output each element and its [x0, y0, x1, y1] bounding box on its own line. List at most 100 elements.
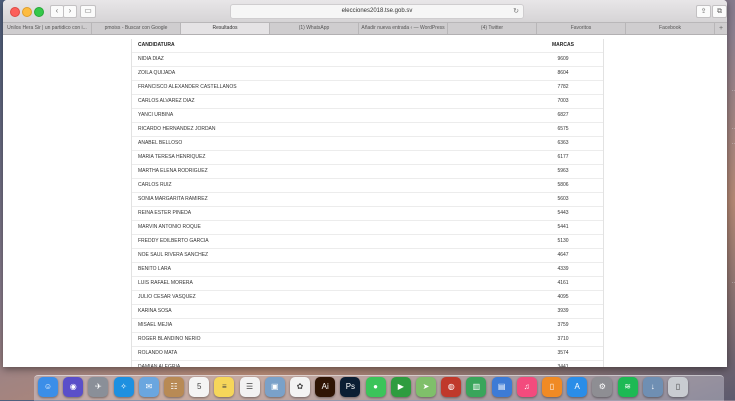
tab[interactable]: Facebook [626, 23, 715, 34]
trash-icon[interactable]: ▯ [668, 377, 688, 397]
numbers-icon[interactable]: ▥ [466, 377, 487, 397]
messages-icon[interactable]: ● [365, 377, 386, 397]
share-icon: ⇪ [700, 8, 707, 15]
candidate-name: NIDIA DIAZ [138, 56, 164, 62]
tabs-overview-icon: ⧉ [717, 8, 722, 15]
address-bar[interactable]: elecciones2018.tse.gob.sv ↻ [230, 4, 524, 19]
itunes-icon[interactable]: ♫ [516, 377, 537, 397]
finder-icon[interactable]: ☺ [38, 377, 58, 397]
vote-count: 4095 [557, 294, 569, 300]
table-row: NOE SAUL RIVERA SANCHEZ 4647 [132, 249, 603, 263]
column-header-candidate: CANDIDATURA [138, 42, 175, 48]
system-preferences-icon[interactable]: ⚙ [592, 377, 613, 397]
table-row: LUIS RAFAEL MORERA 4161 [132, 277, 603, 291]
vote-count: 5130 [557, 238, 569, 244]
table-row: KARINA SOSA 3939 [132, 305, 603, 319]
photoshop-icon[interactable]: Ps [340, 377, 361, 397]
candidate-name: MISAEL MEJIA [138, 322, 173, 328]
tab[interactable]: Favoritos [537, 23, 626, 34]
keynote-icon[interactable]: ▤ [491, 377, 512, 397]
calendar-icon[interactable]: 5 [189, 377, 210, 397]
downloads-icon[interactable]: ↓ [642, 377, 663, 397]
tab-active[interactable]: Resultados [181, 23, 270, 34]
table-row: YANCI URBINA 6827 [132, 109, 603, 123]
minimize-window-button[interactable] [22, 7, 32, 17]
vote-count: 6575 [557, 126, 569, 132]
sidebar-toggle-button[interactable]: ▭ [80, 5, 96, 18]
close-window-button[interactable] [10, 7, 20, 17]
browser-toolbar: ‹ › ▭ elecciones2018.tse.gob.sv ↻ ⇪ ⧉ [3, 0, 727, 23]
ibooks-icon[interactable]: ▯ [542, 377, 562, 397]
candidate-name: KARINA SOSA [138, 308, 172, 314]
candidate-name: SONIA MARGARITA RAMIREZ [138, 196, 208, 202]
table-row: FREDDY EDILBERTO GARCIA 5130 [132, 235, 603, 249]
fullscreen-window-button[interactable] [34, 7, 44, 17]
candidate-name: YANCI URBINA [138, 112, 174, 118]
share-button[interactable]: ⇪ [696, 5, 711, 18]
vote-count: 3759 [557, 322, 569, 328]
forward-button[interactable]: › [63, 5, 77, 18]
table-row: DAMIAN ALEGRIA 3441 [132, 361, 603, 367]
photos-icon[interactable]: ✿ [290, 377, 310, 397]
app-store-icon[interactable]: A [567, 377, 588, 397]
vote-count: 5806 [557, 182, 569, 188]
vote-count: 6827 [557, 112, 569, 118]
candidate-name: ANABEL BELLOSO [138, 140, 183, 146]
table-row: SONIA MARGARITA RAMIREZ 5603 [132, 193, 603, 207]
vote-count: 5443 [557, 210, 569, 216]
siri-icon[interactable]: ◉ [63, 377, 84, 397]
tab-bar: Unilos Hera Sir | un partidico con i... … [3, 23, 727, 35]
tab[interactable]: Unilos Hera Sir | un partidico con i... [3, 23, 92, 34]
facetime-icon[interactable]: ▶ [390, 377, 411, 397]
vote-count: 8604 [557, 70, 569, 76]
tab[interactable]: pmoiss - Buscar con Google [92, 23, 181, 34]
preview-icon[interactable]: ▣ [264, 377, 285, 397]
mail-icon[interactable]: ✉ [138, 377, 159, 397]
desktop-file-label: ·· [731, 141, 735, 147]
chevron-left-icon: ‹ [55, 6, 59, 15]
table-row: ROGER BLANDINO NERIO 3710 [132, 333, 603, 347]
candidate-name: JULIO CESAR VASQUEZ [138, 294, 196, 300]
table-row: ROLANDO MATA 3574 [132, 347, 603, 361]
table-row: MARIA TERESA HENRIQUEZ 6177 [132, 151, 603, 165]
table-row: MISAEL MEJIA 3759 [132, 319, 603, 333]
contacts-icon[interactable]: ☷ [164, 377, 184, 397]
candidate-name: BENITO LARA [138, 266, 171, 272]
vote-count: 5441 [557, 224, 569, 230]
tab[interactable]: (1) WhatsApp [270, 23, 359, 34]
vote-count: 4339 [557, 266, 569, 272]
candidate-name: ROGER BLANDINO NERIO [138, 336, 201, 342]
new-tab-button[interactable]: + [715, 23, 727, 34]
vote-count: 4647 [557, 252, 569, 258]
candidate-name: MARIA TERESA HENRIQUEZ [138, 154, 206, 160]
candidate-name: ROLANDO MATA [138, 350, 178, 356]
desktop-file-label: ·· [731, 280, 735, 286]
candidate-name: CARLOS RUIZ [138, 182, 172, 188]
tab[interactable]: Añadir nueva entrada ‹ — WordPress [359, 23, 448, 34]
illustrator-icon[interactable]: Ai [315, 377, 336, 397]
reload-icon[interactable]: ↻ [513, 5, 519, 18]
vote-count: 3939 [557, 308, 569, 314]
vote-count: 4161 [557, 280, 569, 286]
desktop-file-label: ·· [731, 88, 735, 94]
safari-icon[interactable]: ✧ [113, 377, 134, 397]
candidate-name: CARLOS ALVAREZ DIAZ [138, 98, 195, 104]
photo-booth-icon[interactable]: ◍ [441, 377, 462, 397]
tab[interactable]: (4) Twitter [448, 23, 537, 34]
notes-icon[interactable]: ≡ [214, 377, 235, 397]
reminders-icon[interactable]: ☰ [239, 377, 260, 397]
maps-icon[interactable]: ➤ [416, 377, 436, 397]
candidate-name: FREDDY EDILBERTO GARCIA [138, 238, 209, 244]
vote-count: 5603 [557, 196, 569, 202]
vote-count: 9609 [557, 56, 569, 62]
spotify-icon[interactable]: ≋ [617, 377, 638, 397]
table-row: REINA ESTER PINEDA 5443 [132, 207, 603, 221]
candidate-name: NOE SAUL RIVERA SANCHEZ [138, 252, 209, 258]
table-row: ANABEL BELLOSO 6363 [132, 137, 603, 151]
table-row: MARTHA ELENA RODRIGUEZ 5963 [132, 165, 603, 179]
launchpad-icon[interactable]: ✈ [88, 377, 109, 397]
show-tabs-button[interactable]: ⧉ [712, 5, 727, 18]
candidate-name: RICARDO HERNANDEZ JORDAN [138, 126, 216, 132]
table-row: ZOILA QUIJADA 8604 [132, 67, 603, 81]
back-button[interactable]: ‹ [50, 5, 64, 18]
